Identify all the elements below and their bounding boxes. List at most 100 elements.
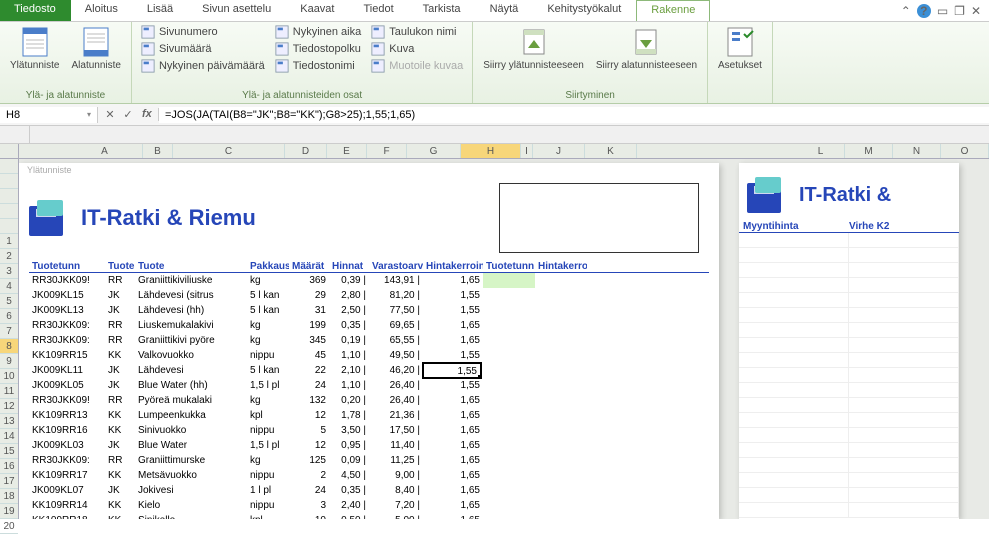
table-row[interactable]: RR30JKK09:RRGraniittimurskekg1250,09 |11…: [29, 453, 709, 468]
row-header-9[interactable]: 9: [0, 354, 18, 369]
table-row[interactable]: KK109RR17KKMetsävuokkonippu24,50 |9,00 |…: [29, 468, 709, 483]
table-row[interactable]: KK109RR15KKValkovuokkonippu451,10 |49,50…: [29, 348, 709, 363]
cancel-formula-icon[interactable]: ✕: [102, 108, 118, 121]
ribbon-item-7[interactable]: Kuva: [368, 41, 466, 57]
table-row[interactable]: [739, 248, 959, 263]
restore-icon[interactable]: ❐: [954, 4, 965, 18]
header-button[interactable]: Ylätunniste: [6, 24, 63, 73]
table-header[interactable]: Tuotetunn: [29, 261, 105, 272]
row-header-8[interactable]: 8: [0, 339, 18, 354]
table-row[interactable]: [739, 383, 959, 398]
row-header-14[interactable]: 14: [0, 429, 18, 444]
menu-tab-lisää[interactable]: Lisää: [133, 0, 188, 21]
col-header-L[interactable]: L: [797, 144, 845, 158]
table-row[interactable]: JK009KL15JKLähdevesi (sitrus5 l kan292,8…: [29, 288, 709, 303]
table-row[interactable]: RR30JKK09!RRGraniittikiviliuskekg3690,39…: [29, 273, 709, 288]
ribbon-item-4[interactable]: Tiedostopolku: [272, 41, 364, 57]
ribbon-item-1[interactable]: Sivumäärä: [138, 41, 268, 57]
options-button[interactable]: Asetukset: [714, 24, 766, 73]
table-header[interactable]: Hintakerroin: [423, 261, 483, 272]
table-row[interactable]: [739, 458, 959, 473]
row-header-3[interactable]: 3: [0, 264, 18, 279]
col-header-M[interactable]: M: [845, 144, 893, 158]
row-header-13[interactable]: 13: [0, 414, 18, 429]
row-header-16[interactable]: 16: [0, 459, 18, 474]
table-row[interactable]: [739, 473, 959, 488]
table-row[interactable]: [739, 398, 959, 413]
row-header-4[interactable]: 4: [0, 279, 18, 294]
table-row[interactable]: [739, 308, 959, 323]
col-header-F[interactable]: F: [367, 144, 407, 158]
table-row[interactable]: JK009KL11JKLähdevesi5 l kan222,10 |46,20…: [29, 363, 709, 378]
ribbon-item-2[interactable]: Nykyinen päivämäärä: [138, 58, 268, 74]
table-header[interactable]: Pakkaus: [247, 261, 289, 272]
formula-input[interactable]: =JOS(JA(TAI(B8="JK";B8="KK");G8>25);1,55…: [159, 107, 989, 123]
table-header[interactable]: Tuotetunn: [483, 261, 535, 272]
header-image-placeholder[interactable]: [499, 183, 699, 253]
ribbon-item-3[interactable]: Nykyinen aika: [272, 24, 364, 40]
table-header[interactable]: Tuoteryhmä: [105, 261, 135, 272]
menu-tab-rakenne[interactable]: Rakenne: [636, 0, 710, 21]
accept-formula-icon[interactable]: ✓: [120, 108, 136, 121]
table-row[interactable]: [739, 428, 959, 443]
row-header-18[interactable]: 18: [0, 489, 18, 504]
col-header-A[interactable]: A: [67, 144, 143, 158]
table-header[interactable]: Tuote: [135, 261, 247, 272]
menu-tab-kehitystyökalut[interactable]: Kehitystyökalut: [533, 0, 636, 21]
fx-icon[interactable]: fx: [138, 108, 154, 121]
table-row[interactable]: [739, 353, 959, 368]
table-row[interactable]: [739, 338, 959, 353]
table-row[interactable]: [739, 443, 959, 458]
table-row[interactable]: [739, 503, 959, 518]
footer-button[interactable]: Alatunniste: [67, 24, 124, 73]
menu-tab-sivun asettelu[interactable]: Sivun asettelu: [188, 0, 286, 21]
row-header-2[interactable]: 2: [0, 249, 18, 264]
col-header-N[interactable]: N: [893, 144, 941, 158]
table-row[interactable]: [739, 293, 959, 308]
ribbon-item-6[interactable]: Taulukon nimi: [368, 24, 466, 40]
table-row[interactable]: JK009KL03JKBlue Water1,5 l pl120,95 |11,…: [29, 438, 709, 453]
table-row[interactable]: JK009KL13JKLähdevesi (hh)5 l kan312,50 |…: [29, 303, 709, 318]
col-header-C[interactable]: C: [173, 144, 285, 158]
row-header-10[interactable]: 10: [0, 369, 18, 384]
ribbon-minimize-icon[interactable]: ⌃: [901, 4, 911, 18]
menu-tab-tiedot[interactable]: Tiedot: [349, 0, 408, 21]
table-row[interactable]: JK009KL05JKBlue Water (hh)1,5 l pl241,10…: [29, 378, 709, 393]
table-row[interactable]: [739, 263, 959, 278]
goto-footer-button[interactable]: Siirry alatunnisteeseen: [592, 24, 701, 73]
minimize-icon[interactable]: ▭: [937, 4, 948, 18]
table-row[interactable]: RR30JKK09:RRGraniittikivi pyörekg3450,19…: [29, 333, 709, 348]
col-header-E[interactable]: E: [327, 144, 367, 158]
ribbon-item-0[interactable]: Sivunumero: [138, 24, 268, 40]
table-row[interactable]: KK109RR14KKKielonippu32,40 |7,20 |1,65: [29, 498, 709, 513]
table-row[interactable]: KK109RR13KKLumpeenkukkakpl121,78 |21,36 …: [29, 408, 709, 423]
table-row[interactable]: [739, 413, 959, 428]
col-header-B[interactable]: B: [143, 144, 173, 158]
menu-tab-aloitus[interactable]: Aloitus: [71, 0, 133, 21]
col-header-K[interactable]: K: [585, 144, 637, 158]
row-header-15[interactable]: 15: [0, 444, 18, 459]
menu-tab-tarkista[interactable]: Tarkista: [409, 0, 476, 21]
menu-tab-tiedosto[interactable]: Tiedosto: [0, 0, 71, 21]
table-row[interactable]: KK109RR16KKSinivuokkonippu53,50 |17,50 |…: [29, 423, 709, 438]
table-row[interactable]: [739, 323, 959, 338]
table-row[interactable]: RR30JKK09:RRLiuskemukalakivikg1990,35 |6…: [29, 318, 709, 333]
close-icon[interactable]: ✕: [971, 4, 981, 18]
table-row[interactable]: [739, 488, 959, 503]
table-row[interactable]: [739, 368, 959, 383]
ribbon-item-5[interactable]: Tiedostonimi: [272, 58, 364, 74]
table-header[interactable]: Hintakerroin: [535, 261, 587, 272]
table-row[interactable]: [739, 278, 959, 293]
row-header-6[interactable]: 6: [0, 309, 18, 324]
col-header-I[interactable]: I: [521, 144, 533, 158]
help-icon[interactable]: ?: [917, 4, 931, 18]
name-box[interactable]: H8: [0, 107, 98, 123]
menu-tab-näytä[interactable]: Näytä: [476, 0, 534, 21]
menu-tab-kaavat[interactable]: Kaavat: [286, 0, 349, 21]
row-header-11[interactable]: 11: [0, 384, 18, 399]
table-row[interactable]: JK009KL07JKJokivesi1 l pl240,35 |8,40 |1…: [29, 483, 709, 498]
row-header-5[interactable]: 5: [0, 294, 18, 309]
row-header-19[interactable]: 19: [0, 504, 18, 519]
table-row[interactable]: RR30JKK09!RRPyöreä mukalakikg1320,20 |26…: [29, 393, 709, 408]
row-header-20[interactable]: 20: [0, 519, 18, 534]
